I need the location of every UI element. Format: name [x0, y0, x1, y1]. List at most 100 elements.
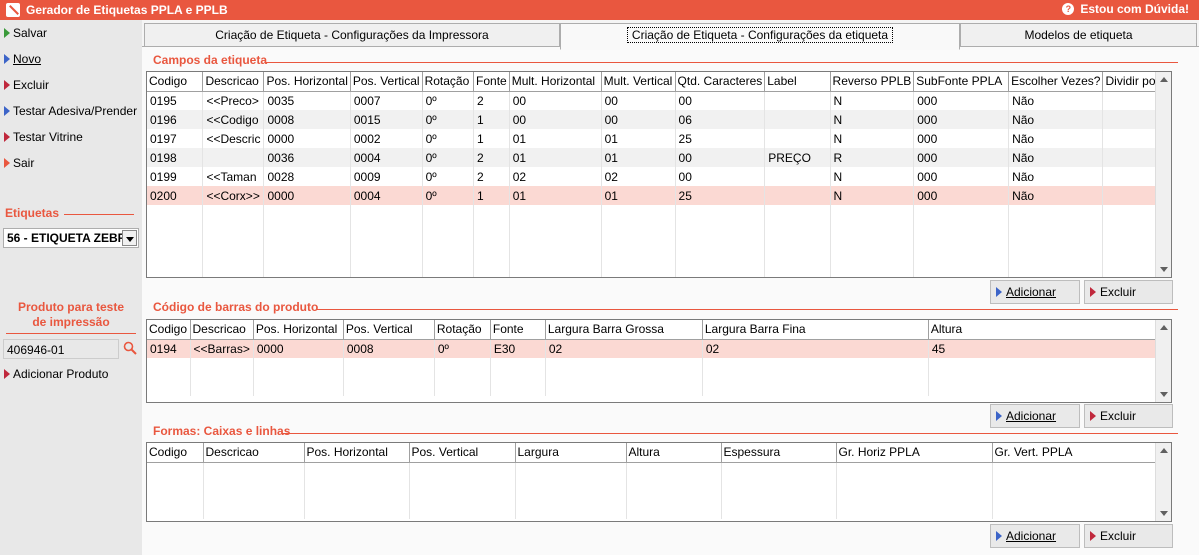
table-cell[interactable]: 000 — [913, 167, 1010, 186]
tab-modelos-etiqueta[interactable]: Modelos de etiqueta — [960, 23, 1197, 47]
table-cell[interactable]: 01 — [509, 186, 602, 205]
table-cell[interactable]: 0028 — [263, 167, 351, 186]
campos-grid[interactable]: Codigo Descricao Pos. Horizontal Pos. Verti… — [146, 71, 1172, 278]
column-header[interactable]: Pos. Vertical — [343, 320, 435, 340]
table-cell[interactable] — [764, 129, 831, 148]
adicionar-produto-button[interactable]: Adicionar Produto — [4, 365, 108, 383]
table-cell[interactable]: Não — [1008, 110, 1104, 129]
table-cell[interactable]: <<Descric — [202, 129, 265, 148]
table-cell[interactable]: 00 — [509, 110, 602, 129]
table-cell[interactable]: N — [830, 129, 915, 148]
table-cell[interactable]: 00 — [601, 110, 676, 129]
scroll-down-icon[interactable] — [1156, 261, 1171, 277]
table-cell[interactable]: 01 — [601, 148, 676, 167]
table-cell[interactable] — [202, 148, 265, 167]
scroll-up-icon[interactable] — [1156, 72, 1171, 88]
column-header[interactable]: Mult. Horizontal — [509, 72, 602, 92]
vertical-scrollbar[interactable] — [1155, 320, 1171, 402]
table-cell[interactable]: 1 — [473, 129, 510, 148]
table-cell[interactable]: 0007 — [350, 91, 423, 110]
table-cell[interactable]: 01 — [601, 186, 676, 205]
table-cell[interactable]: 0195 — [147, 91, 204, 110]
column-header[interactable]: Fonte — [490, 320, 546, 340]
table-cell[interactable]: 000 — [913, 91, 1010, 110]
table-cell[interactable]: 1 — [473, 186, 510, 205]
campos-add-button[interactable]: Adicionar — [990, 280, 1080, 304]
table-cell[interactable]: 01 — [509, 148, 602, 167]
table-cell[interactable] — [764, 91, 831, 110]
produto-input[interactable]: 406946-01 — [3, 339, 119, 359]
column-header[interactable]: Reverso PPLB — [830, 72, 915, 92]
barras-add-button[interactable]: Adicionar — [990, 404, 1080, 428]
column-header[interactable]: Gr. Vert. PPLA — [992, 443, 1157, 463]
table-cell[interactable]: 0196 — [147, 110, 204, 129]
chevron-down-icon[interactable] — [122, 230, 137, 246]
table-cell[interactable]: 00 — [675, 91, 766, 110]
table-cell[interactable]: <<Preco> — [202, 91, 265, 110]
column-header[interactable]: Codigo — [147, 320, 191, 340]
table-cell[interactable]: 02 — [509, 167, 602, 186]
table-cell[interactable]: 0004 — [350, 186, 423, 205]
table-cell[interactable]: 0002 — [350, 129, 423, 148]
table-cell[interactable]: 0º — [422, 167, 475, 186]
formas-add-button[interactable]: Adicionar — [990, 524, 1080, 548]
scroll-down-icon[interactable] — [1156, 505, 1171, 521]
table-cell[interactable]: N — [830, 186, 915, 205]
table-cell[interactable]: 00 — [601, 91, 676, 110]
column-header[interactable]: Rotação — [422, 72, 475, 92]
table-cell[interactable]: E30 — [490, 339, 546, 358]
sidebar-item-novo[interactable]: Novo — [4, 50, 41, 68]
table-cell[interactable]: 000 — [913, 148, 1010, 167]
table-cell[interactable]: 0º — [422, 148, 475, 167]
table-cell[interactable]: 0º — [422, 110, 475, 129]
search-icon[interactable] — [123, 341, 137, 355]
table-cell[interactable]: 0035 — [263, 91, 351, 110]
column-header[interactable]: Descricao — [203, 443, 305, 463]
table-cell[interactable]: 0º — [434, 339, 491, 358]
table-cell[interactable]: 0º — [422, 129, 475, 148]
table-cell[interactable]: 02 — [702, 339, 929, 358]
column-header[interactable]: Altura — [928, 320, 1162, 340]
table-cell[interactable]: Não — [1008, 91, 1104, 110]
vertical-scrollbar[interactable] — [1155, 443, 1171, 521]
column-header[interactable]: Largura Barra Grossa — [545, 320, 703, 340]
table-cell[interactable]: N — [830, 167, 915, 186]
table-cell[interactable]: 06 — [675, 110, 766, 129]
column-header[interactable]: Largura Barra Fina — [702, 320, 929, 340]
table-cell[interactable]: Não — [1008, 167, 1104, 186]
table-row[interactable]: 0199<<Taman002800090º2020200N000Não0 — [147, 167, 1171, 186]
sidebar-item-sair[interactable]: Sair — [4, 154, 34, 172]
table-cell[interactable]: 0008 — [263, 110, 351, 129]
table-cell[interactable]: 2 — [473, 167, 510, 186]
table-cell[interactable]: 0004 — [350, 148, 423, 167]
sidebar-item-salvar[interactable]: Salvar — [4, 24, 47, 42]
table-cell[interactable]: 000 — [913, 110, 1010, 129]
table-cell[interactable]: 0194 — [147, 339, 191, 358]
formas-delete-button[interactable]: Excluir — [1084, 524, 1173, 548]
table-cell[interactable]: 00 — [675, 148, 766, 167]
table-cell[interactable]: 45 — [928, 339, 1162, 358]
column-header[interactable]: Pos. Vertical — [350, 72, 423, 92]
tab-config-etiqueta[interactable]: Criação de Etiqueta - Configurações da e… — [560, 23, 960, 50]
sidebar-item-testar-adesiva[interactable]: Testar Adesiva/Prender — [4, 102, 137, 120]
table-cell[interactable]: N — [830, 91, 915, 110]
table-cell[interactable]: 01 — [509, 129, 602, 148]
column-header[interactable]: Qtd. Caracteres — [675, 72, 766, 92]
table-cell[interactable]: Não — [1008, 129, 1104, 148]
table-cell[interactable]: <<Codigo — [202, 110, 265, 129]
table-cell[interactable]: 02 — [545, 339, 703, 358]
column-header[interactable]: Codigo — [147, 443, 204, 463]
table-cell[interactable]: PREÇO — [764, 148, 831, 167]
table-cell[interactable]: R — [830, 148, 915, 167]
table-cell[interactable]: 00 — [509, 91, 602, 110]
table-cell[interactable]: 0008 — [343, 339, 435, 358]
table-row[interactable]: 0195<<Preco>003500070º2000000N000Não0 — [147, 91, 1171, 110]
table-cell[interactable]: Não — [1008, 148, 1104, 167]
column-header[interactable]: Pos. Horizontal — [253, 320, 344, 340]
column-header[interactable]: Pos. Vertical — [409, 443, 516, 463]
tab-config-impressora[interactable]: Criação de Etiqueta - Configurações da I… — [144, 23, 560, 47]
column-header[interactable]: SubFonte PPLA — [913, 72, 1010, 92]
table-cell[interactable]: 000 — [913, 129, 1010, 148]
column-header[interactable]: Largura — [515, 443, 627, 463]
table-cell[interactable]: 2 — [473, 91, 510, 110]
